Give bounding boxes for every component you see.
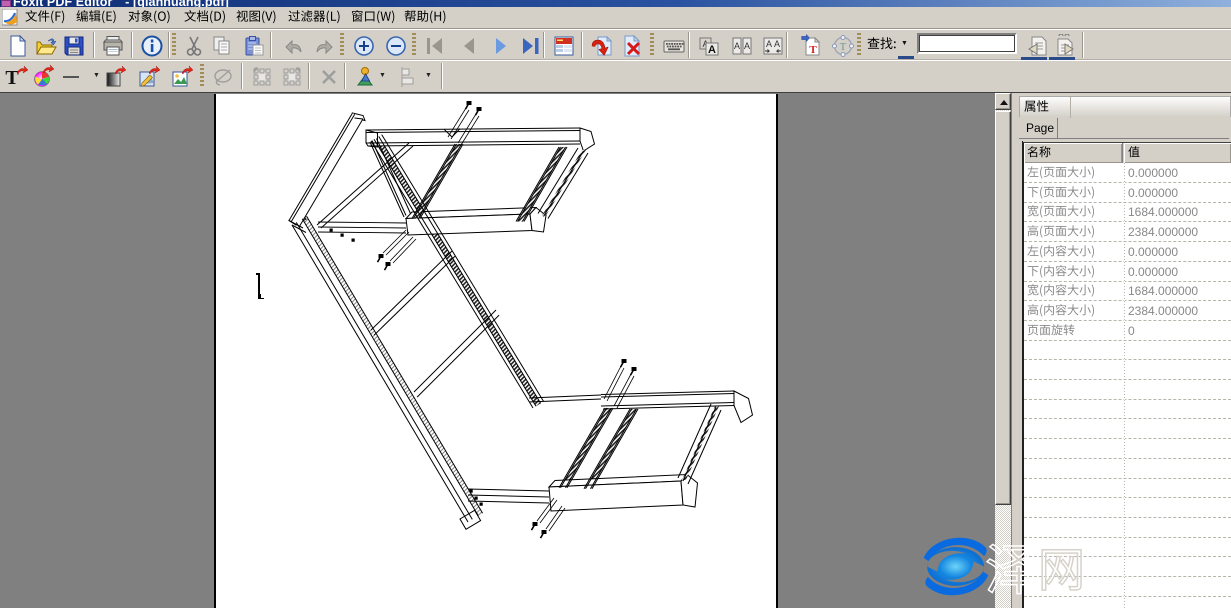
svg-text:A: A [708,44,716,56]
svg-text:A: A [766,39,772,49]
svg-text:A: A [744,41,750,51]
svg-text:T: T [840,41,847,53]
svg-text:T: T [809,44,817,56]
svg-text:A: A [774,39,780,49]
svg-text:T: T [5,67,19,89]
svg-text:A: A [734,41,740,51]
